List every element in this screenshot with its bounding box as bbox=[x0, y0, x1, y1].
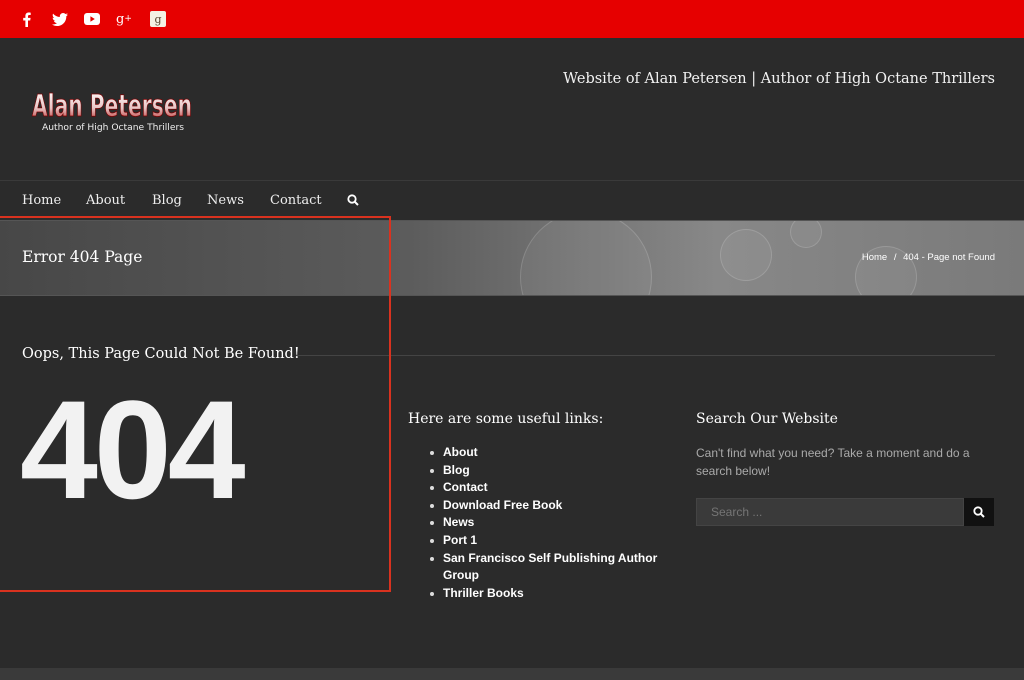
footer-strip bbox=[0, 668, 1024, 680]
nav-about[interactable]: About bbox=[86, 193, 125, 208]
breadcrumb-separator: / bbox=[893, 252, 897, 263]
twitter-icon[interactable] bbox=[52, 0, 70, 38]
page-title: Error 404 Page bbox=[22, 248, 143, 266]
link-contact[interactable]: Contact bbox=[443, 480, 488, 494]
link-port-1[interactable]: Port 1 bbox=[443, 533, 477, 547]
list-item: Port 1 bbox=[428, 532, 658, 550]
site-tagline: Website of Alan Petersen | Author of Hig… bbox=[563, 71, 995, 87]
error-heading: Oops, This Page Could Not Be Found! bbox=[22, 346, 300, 362]
link-blog[interactable]: Blog bbox=[443, 463, 470, 477]
nav-home[interactable]: Home bbox=[22, 193, 61, 208]
facebook-icon[interactable] bbox=[22, 0, 38, 38]
useful-links-title: Here are some useful links: bbox=[408, 411, 604, 427]
search-icon bbox=[973, 506, 985, 518]
heading-divider bbox=[296, 355, 995, 356]
list-item: San Francisco Self Publishing Author Gro… bbox=[428, 550, 658, 585]
nav-news[interactable]: News bbox=[207, 193, 244, 208]
social-bar: g + g bbox=[0, 0, 1024, 38]
goodreads-icon[interactable]: g bbox=[150, 0, 168, 38]
link-download-free-book[interactable]: Download Free Book bbox=[443, 498, 562, 512]
link-about[interactable]: About bbox=[443, 445, 478, 459]
decorative-bubble bbox=[790, 221, 822, 248]
search-input[interactable] bbox=[696, 498, 964, 526]
google-plus-icon[interactable]: g + bbox=[116, 0, 136, 38]
search-title: Search Our Website bbox=[696, 411, 838, 427]
nav-contact[interactable]: Contact bbox=[270, 193, 322, 208]
logo-text: Alan Petersen bbox=[32, 89, 192, 124]
link-news[interactable]: News bbox=[443, 515, 474, 529]
site-logo[interactable]: Alan Petersen Author of High Octane Thri… bbox=[30, 86, 200, 138]
link-sf-self-publishing-group[interactable]: San Francisco Self Publishing Author Gro… bbox=[443, 551, 657, 583]
svg-text:g: g bbox=[154, 13, 161, 26]
list-item: Contact bbox=[428, 479, 658, 497]
site-header: Website of Alan Petersen | Author of Hig… bbox=[0, 38, 1024, 180]
search-description: Can't find what you need? Take a moment … bbox=[696, 446, 970, 478]
list-item: News bbox=[428, 514, 658, 532]
main-nav: Home About Blog News Contact bbox=[0, 180, 1024, 220]
breadcrumb: Home / 404 - Page not Found bbox=[862, 252, 995, 263]
decorative-bubble bbox=[520, 221, 652, 295]
breadcrumb-current: 404 - Page not Found bbox=[903, 252, 995, 263]
logo-subtitle: Author of High Octane Thrillers bbox=[42, 123, 184, 133]
breadcrumb-home[interactable]: Home bbox=[862, 252, 887, 263]
list-item: Thriller Books bbox=[428, 585, 658, 603]
list-item: About bbox=[428, 444, 658, 462]
decorative-bubble bbox=[720, 229, 772, 281]
page-title-bar: Error 404 Page Home / 404 - Page not Fou… bbox=[0, 220, 1024, 296]
nav-blog[interactable]: Blog bbox=[152, 193, 182, 208]
useful-links-list: About Blog Contact Download Free Book Ne… bbox=[428, 444, 658, 602]
youtube-icon[interactable] bbox=[84, 0, 102, 38]
search-submit-button[interactable] bbox=[964, 498, 994, 526]
list-item: Download Free Book bbox=[428, 497, 658, 515]
link-thriller-books[interactable]: Thriller Books bbox=[443, 586, 524, 600]
search-icon[interactable] bbox=[347, 194, 359, 210]
error-code: 404 bbox=[20, 371, 246, 528]
list-item: Blog bbox=[428, 462, 658, 480]
